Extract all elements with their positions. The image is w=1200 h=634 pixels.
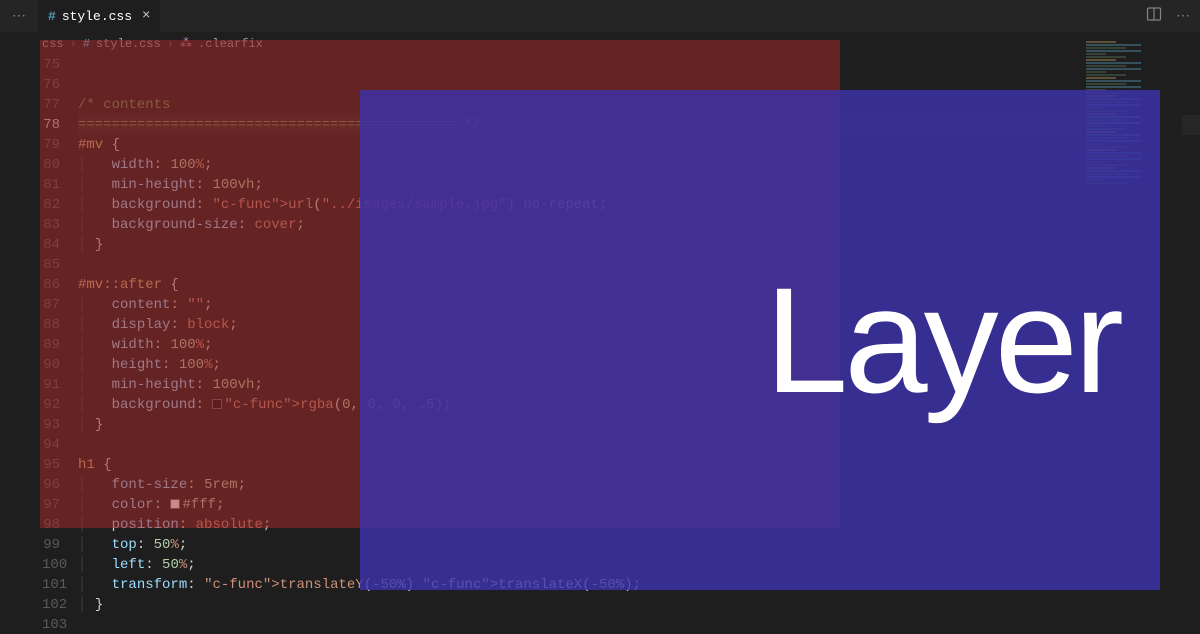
more-actions-icon[interactable]: ⋯	[1176, 8, 1192, 25]
line-number-gutter: 7576777879808182838485868788899091929394…	[42, 55, 78, 634]
close-icon[interactable]: ×	[142, 8, 150, 24]
chevron-right-icon: ›	[70, 37, 77, 51]
selector-icon: ⁂	[180, 36, 192, 51]
breadcrumb-folder[interactable]: css	[42, 37, 64, 51]
code-editor[interactable]: 7576777879808182838485868788899091929394…	[0, 55, 1200, 634]
css-file-icon: #	[48, 9, 56, 24]
editor-tab[interactable]: # style.css ×	[38, 0, 160, 32]
breadcrumb-selector[interactable]: .clearfix	[198, 37, 263, 51]
code-content[interactable]: /* contents=============================…	[78, 55, 1200, 634]
breadcrumb-file[interactable]: style.css	[96, 37, 161, 51]
tab-area: ⋯ # style.css ×	[8, 0, 160, 32]
tab-filename: style.css	[62, 9, 132, 24]
menu-dots-icon[interactable]: ⋯	[8, 8, 38, 25]
titlebar-actions: ⋯	[1146, 6, 1192, 27]
minimap[interactable]	[1082, 40, 1182, 600]
breadcrumb[interactable]: css › # style.css › ⁂ .clearfix	[0, 32, 1200, 55]
title-bar: ⋯ # style.css × ⋯	[0, 0, 1200, 32]
css-file-icon: #	[83, 37, 90, 51]
activity-bar	[0, 32, 28, 112]
chevron-right-icon: ›	[167, 37, 174, 51]
split-editor-icon[interactable]	[1146, 6, 1162, 27]
